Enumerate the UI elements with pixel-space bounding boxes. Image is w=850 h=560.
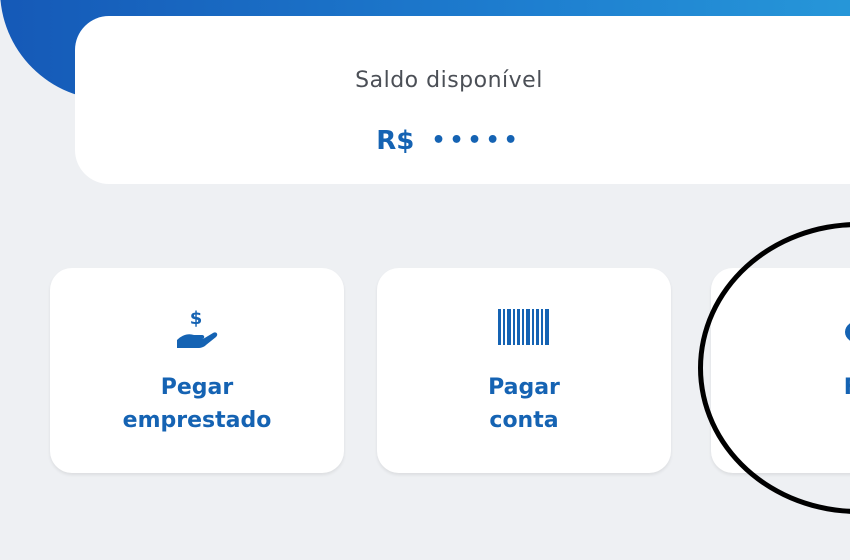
highlight-circle (698, 222, 850, 514)
borrow-label: Pegar emprestado (122, 375, 272, 433)
currency-symbol: R$ (376, 126, 415, 156)
balance-value[interactable]: R$ ••••• (75, 126, 823, 156)
balance-card[interactable]: Saldo disponível R$ ••••• (75, 16, 850, 184)
pay-bill-label: Pagar conta (488, 375, 560, 433)
masked-balance: ••••• (431, 128, 522, 153)
pay-bill-button[interactable]: Pagar conta (377, 268, 671, 473)
app-screen: Saldo disponível R$ ••••• $ Pegar empres… (0, 0, 850, 560)
hand-dollar-icon: $ (174, 306, 220, 356)
barcode-icon (498, 306, 550, 352)
svg-text:$: $ (190, 308, 203, 329)
balance-label: Saldo disponível (355, 68, 543, 93)
borrow-button[interactable]: $ Pegar emprestado (50, 268, 344, 473)
